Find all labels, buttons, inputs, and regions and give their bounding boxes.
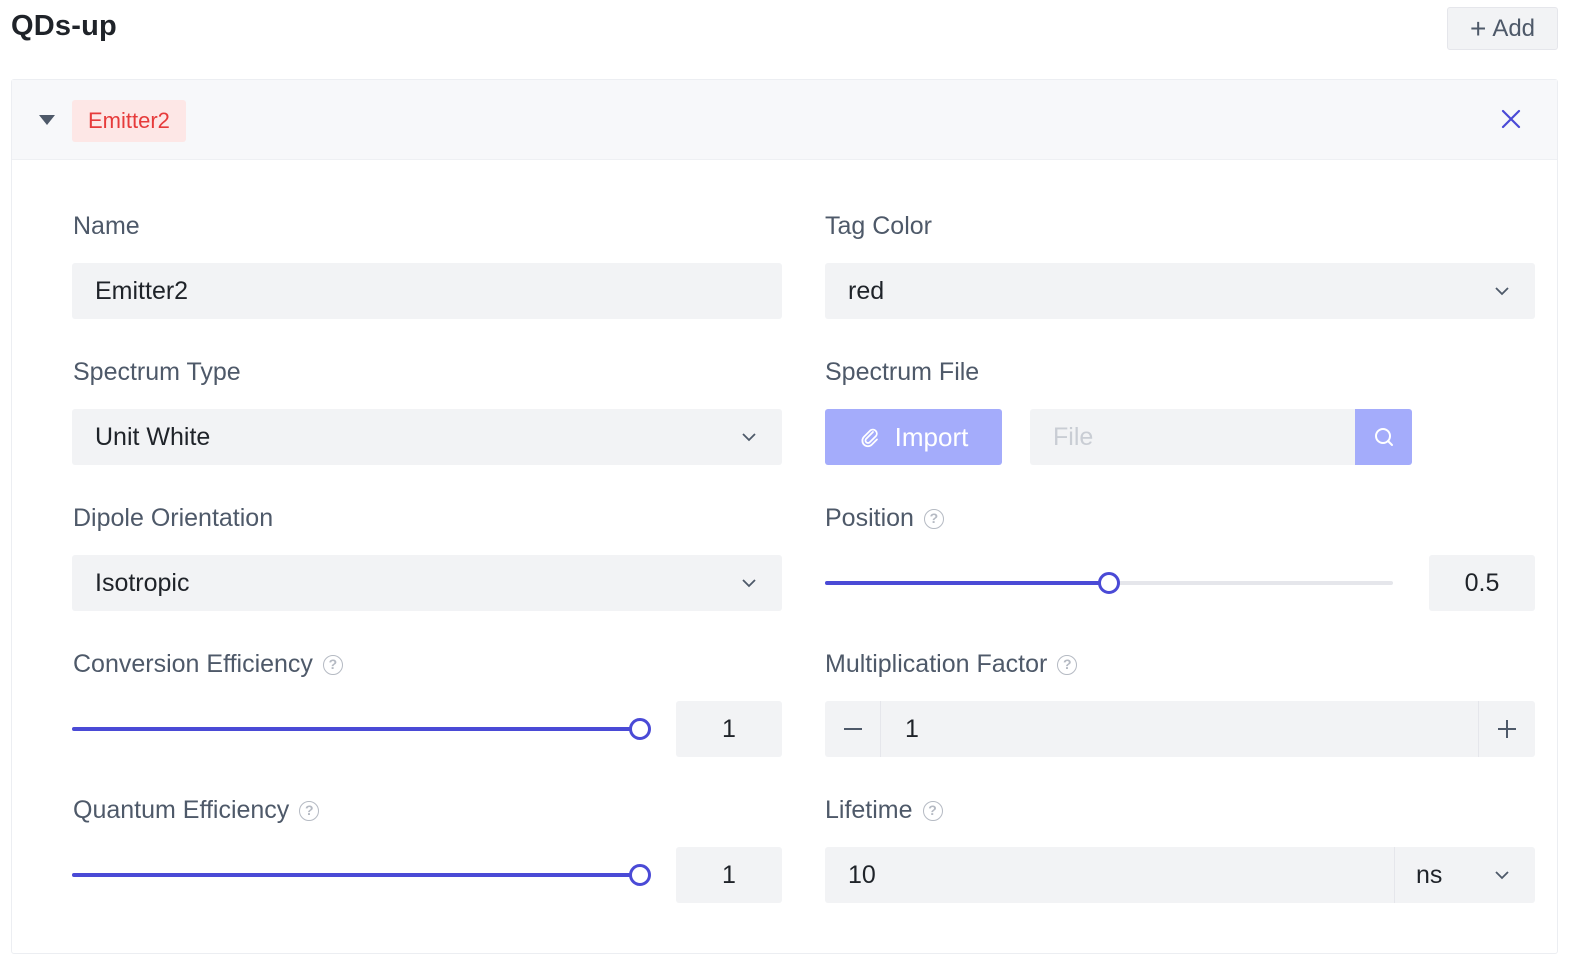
position-slider-thumb[interactable] (1098, 572, 1120, 594)
help-icon[interactable]: ? (922, 800, 943, 821)
tag-color-value: red (848, 276, 885, 305)
tag-color-label: Tag Color (825, 212, 932, 240)
quantum-efficiency-value-input[interactable]: 1 (676, 847, 782, 903)
position-value-input[interactable]: 0.5 (1429, 555, 1535, 611)
add-button-label: Add (1492, 14, 1536, 42)
chevron-down-icon (742, 433, 756, 442)
increment-button[interactable] (1478, 701, 1535, 757)
multiplication-factor-stepper: 1 (825, 701, 1535, 757)
chevron-down-icon (742, 579, 756, 588)
multiplication-factor-value[interactable]: 1 (905, 701, 919, 757)
paperclip-icon (861, 428, 878, 448)
collapse-caret-icon[interactable] (39, 115, 55, 125)
quantum-efficiency-label-text: Quantum Efficiency (73, 796, 290, 824)
lifetime-field: 10 ns (825, 847, 1535, 903)
emitter-panel-header: Emitter2 (12, 80, 1557, 160)
quantum-efficiency-slider-fill (72, 873, 640, 877)
spectrum-type-select[interactable]: Unit White (72, 409, 782, 465)
quantum-efficiency-label: Quantum Efficiency ? (73, 796, 320, 825)
lifetime-unit-value: ns (1416, 860, 1443, 889)
conversion-efficiency-slider[interactable] (72, 718, 651, 740)
close-icon[interactable] (1498, 106, 1524, 132)
spectrum-type-value: Unit White (95, 422, 211, 451)
conversion-efficiency-label: Conversion Efficiency ? (73, 650, 343, 679)
position-label-text: Position (825, 504, 914, 532)
search-icon (1374, 428, 1393, 446)
plus-icon: + (1469, 12, 1487, 44)
spectrum-type-label: Spectrum Type (73, 358, 241, 386)
conversion-efficiency-value: 1 (722, 714, 736, 743)
help-icon[interactable]: ? (322, 654, 343, 675)
name-label: Name (73, 212, 140, 240)
plus-icon (1498, 720, 1516, 738)
import-button[interactable]: Import (825, 409, 1002, 465)
position-slider[interactable] (825, 572, 1393, 594)
conversion-efficiency-value-input[interactable]: 1 (676, 701, 782, 757)
chevron-down-icon (1495, 871, 1509, 880)
multiplication-factor-label-text: Multiplication Factor (825, 650, 1048, 678)
lifetime-input[interactable]: 10 (848, 847, 876, 903)
quantum-efficiency-value: 1 (722, 860, 736, 889)
multiplication-factor-label: Multiplication Factor ? (825, 650, 1078, 679)
conversion-efficiency-label-text: Conversion Efficiency (73, 650, 313, 678)
dipole-orientation-value: Isotropic (95, 568, 190, 597)
conversion-efficiency-slider-fill (72, 727, 640, 731)
position-label: Position ? (825, 504, 944, 533)
conversion-efficiency-slider-thumb[interactable] (629, 718, 651, 740)
dipole-orientation-select[interactable]: Isotropic (72, 555, 782, 611)
file-search-button[interactable] (1355, 409, 1412, 465)
add-button[interactable]: + Add (1447, 7, 1558, 50)
decrement-button[interactable] (825, 701, 881, 757)
quantum-efficiency-slider-thumb[interactable] (629, 864, 651, 886)
import-button-label: Import (894, 421, 969, 452)
name-input[interactable]: Emitter2 (72, 263, 782, 319)
name-input-value: Emitter2 (95, 276, 189, 305)
dipole-orientation-label: Dipole Orientation (73, 504, 274, 532)
chevron-down-icon (1495, 287, 1509, 296)
tag-color-select[interactable]: red (825, 263, 1535, 319)
help-icon[interactable]: ? (1057, 654, 1078, 675)
emitter-tag: Emitter2 (72, 100, 186, 142)
help-icon[interactable]: ? (923, 508, 944, 529)
page-title: QDs-up (11, 10, 117, 42)
position-slider-fill (825, 581, 1109, 585)
position-value: 0.5 (1464, 568, 1500, 597)
lifetime-unit-select[interactable]: ns (1394, 847, 1535, 903)
spectrum-file-label: Spectrum File (825, 358, 980, 386)
file-input-placeholder: File (1053, 422, 1094, 451)
minus-icon (843, 728, 862, 730)
quantum-efficiency-slider[interactable] (72, 864, 651, 886)
lifetime-label: Lifetime ? (825, 796, 943, 825)
help-icon[interactable]: ? (299, 800, 320, 821)
lifetime-label-text: Lifetime (825, 796, 913, 824)
file-input[interactable]: File (1030, 409, 1356, 465)
